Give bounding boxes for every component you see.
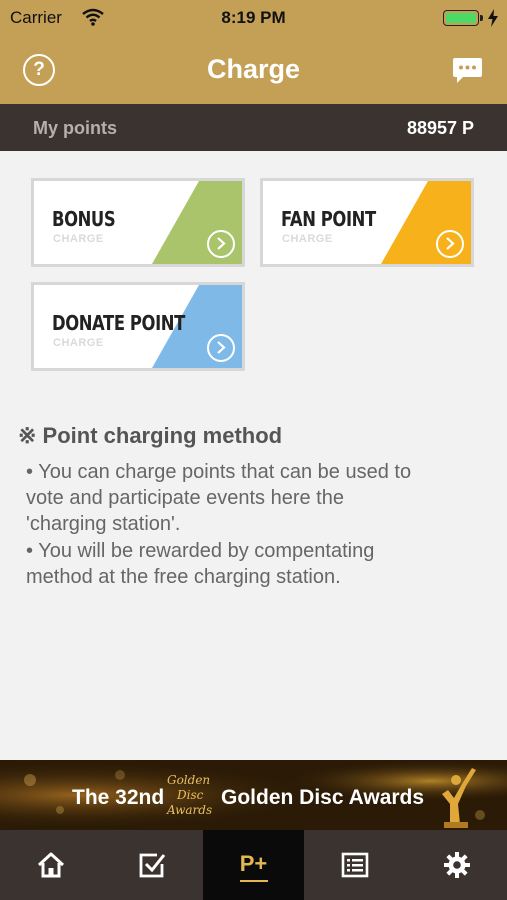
- info-line: 'charging station'.: [26, 513, 181, 535]
- info-line: • You can charge points that can be used…: [26, 461, 412, 483]
- battery-icon: [443, 10, 479, 26]
- chat-bubble-icon[interactable]: [451, 56, 484, 86]
- card-title: DONATE POINT: [52, 311, 185, 335]
- logo-text: Golden: [167, 773, 211, 787]
- info-line: method at the free charging station.: [26, 566, 341, 588]
- card-subtitle: CHARGE: [53, 233, 104, 245]
- chevron-right-circle-icon: [207, 334, 235, 362]
- tab-home[interactable]: [0, 830, 101, 900]
- logo-text: Disc: [177, 788, 204, 802]
- chevron-right-circle-icon: [436, 230, 464, 258]
- bonus-charge-card[interactable]: BONUS CHARGE: [31, 178, 245, 267]
- banner-prefix: The 32nd: [72, 786, 165, 809]
- banner-title: Golden Disc Awards: [221, 786, 425, 809]
- page-title: Charge: [206, 54, 301, 84]
- card-subtitle: CHARGE: [53, 337, 104, 349]
- status-bar: Carrier 8:19 PM: [0, 0, 507, 34]
- info-line: • You will be rewarded by compentating: [26, 540, 375, 562]
- card-title: BONUS: [52, 207, 116, 231]
- golden-disc-awards-banner[interactable]: The 32nd Golden Disc Awards Golden Disc …: [0, 760, 507, 830]
- charging-bolt-icon: [488, 9, 498, 27]
- list-icon: [341, 852, 369, 878]
- logo-text: Awards: [167, 803, 213, 817]
- home-icon: [37, 852, 65, 878]
- tab-charge-label: P+: [239, 851, 268, 876]
- tab-bar: P+: [0, 830, 507, 900]
- tab-vote[interactable]: [101, 830, 202, 900]
- tab-settings[interactable]: [406, 830, 507, 900]
- tab-list[interactable]: [304, 830, 405, 900]
- header: ? Charge: [0, 34, 507, 104]
- card-title: FAN POINT: [281, 207, 376, 231]
- info-title: ※ Point charging method: [18, 423, 283, 448]
- tab-active-underline: [240, 880, 268, 882]
- clock: 8:19 PM: [221, 8, 286, 27]
- my-points-label: My points: [33, 118, 117, 138]
- golden-disc-logo: Golden Disc Awards: [163, 772, 217, 822]
- battery-tip: [480, 15, 483, 21]
- battery-fill: [446, 13, 476, 23]
- chevron-right-circle-icon: [207, 230, 235, 258]
- trophy-statue-icon: [442, 768, 476, 828]
- points-bar: My points 88957 P: [0, 104, 507, 151]
- my-points-value: 88957 P: [406, 118, 474, 138]
- card-subtitle: CHARGE: [282, 233, 333, 245]
- fan-point-charge-card[interactable]: FAN POINT CHARGE: [260, 178, 474, 267]
- info-line: vote and participate events here the: [26, 487, 344, 509]
- check-square-icon: [139, 853, 166, 878]
- tab-charge[interactable]: P+: [203, 830, 304, 900]
- donate-point-charge-card[interactable]: DONATE POINT CHARGE: [31, 282, 245, 371]
- gear-icon: [444, 852, 470, 878]
